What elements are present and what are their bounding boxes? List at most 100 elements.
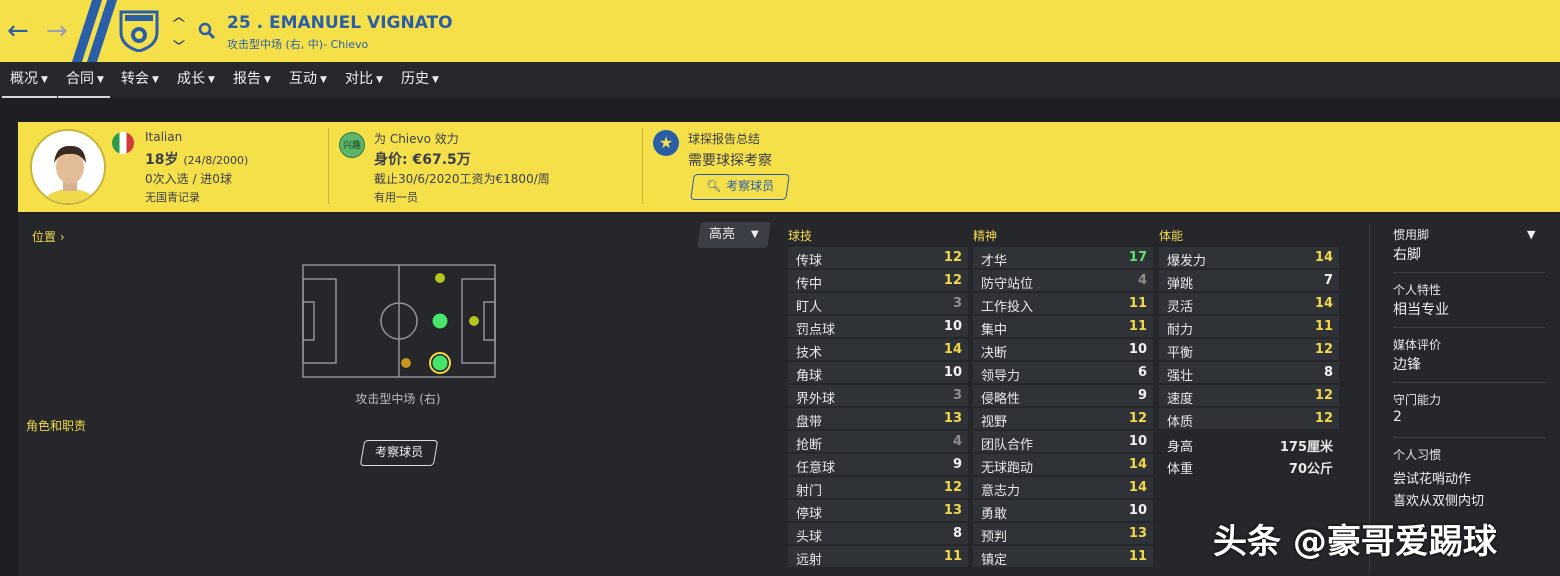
attribute-value: 14 bbox=[1128, 457, 1147, 472]
attribute-value: 11 bbox=[1128, 296, 1147, 311]
attribute-row: 盯人 3 bbox=[788, 293, 968, 315]
attribute-value: 12 bbox=[1128, 411, 1147, 426]
attribute-value: 10 bbox=[943, 365, 962, 380]
tab-label: 概况 bbox=[10, 71, 38, 87]
chevron-down-icon[interactable]: ▼ bbox=[1527, 228, 1535, 241]
search-icon[interactable] bbox=[198, 22, 216, 40]
attribute-label: 盘带 bbox=[796, 415, 823, 430]
attribute-label: 平衡 bbox=[1167, 346, 1194, 361]
attribute-value: 13 bbox=[1128, 526, 1147, 541]
attribute-value: 14 bbox=[943, 342, 962, 357]
tab-transfer[interactable]: 转会 ▼ bbox=[121, 62, 159, 98]
attribute-label: 角球 bbox=[796, 369, 823, 384]
club-crest-icon bbox=[119, 10, 159, 53]
attribute-row: 传中 12 bbox=[788, 270, 968, 292]
scout-player-button[interactable]: 考察球员 bbox=[359, 440, 439, 466]
gk-label: 守门能力 bbox=[1393, 393, 1442, 407]
attribute-label: 侵略性 bbox=[981, 392, 1021, 407]
attribute-row: 罚点球 10 bbox=[788, 316, 968, 338]
tab-label: 转会 bbox=[121, 71, 149, 87]
attribute-row: 任意球 9 bbox=[788, 454, 968, 476]
attribute-value: 10 bbox=[1128, 434, 1147, 449]
weight-row: 体重 70公斤 bbox=[1159, 455, 1339, 477]
height-row: 身高 175厘米 bbox=[1159, 433, 1339, 455]
age: 18岁 (24/8/2000) bbox=[145, 149, 248, 169]
tab-reports[interactable]: 报告 ▼ bbox=[233, 62, 271, 98]
habit-value: 尝试花哨动作 bbox=[1393, 472, 1472, 487]
media-value: 边锋 bbox=[1393, 357, 1421, 373]
attribute-label: 技术 bbox=[796, 346, 823, 361]
attribute-row: 体质 12 bbox=[1159, 408, 1339, 430]
title-bar: ← → ^ ^ 25 . EMANUEL VIGNATO 攻击型中场 (右, 中… bbox=[0, 0, 1560, 62]
attribute-row: 远射 11 bbox=[788, 546, 968, 568]
tab-label: 互动 bbox=[289, 71, 317, 87]
chevron-right-icon: › bbox=[59, 230, 65, 244]
tab-label: 历史 bbox=[401, 71, 429, 87]
attribute-row: 界外球 3 bbox=[788, 385, 968, 407]
scout-player-button[interactable]: 🔍︎ 考察球员 bbox=[690, 174, 790, 200]
attribute-row: 技术 14 bbox=[788, 339, 968, 361]
chevron-down-icon: ▼ bbox=[751, 229, 759, 240]
highlight-dropdown[interactable]: 高亮 ▼ bbox=[697, 222, 771, 248]
attribute-value: 12 bbox=[943, 480, 962, 495]
page-subtitle: 攻击型中场 (右, 中)- Chievo bbox=[227, 38, 369, 51]
chevron-down-icon: ▼ bbox=[376, 75, 383, 85]
watermark: 头条 @豪哥爱踢球 bbox=[1213, 522, 1497, 562]
physical-header: 体能 bbox=[1159, 229, 1184, 243]
attribute-row: 盘带 13 bbox=[788, 408, 968, 430]
attribute-row: 角球 10 bbox=[788, 362, 968, 384]
tab-interaction[interactable]: 互动 ▼ bbox=[289, 62, 327, 98]
weight-label: 体重 bbox=[1167, 462, 1194, 477]
value: 身价: €67.5万 bbox=[374, 152, 471, 168]
attribute-value: 8 bbox=[1323, 365, 1333, 380]
tab-overview[interactable]: 概况 ▼ bbox=[2, 62, 57, 98]
tab-bar: 概况 ▼ 合同 ▼ 转会 ▼ 成长 ▼ 报告 ▼ 互动 ▼ 对比 ▼ 历史 ▼ bbox=[0, 62, 1560, 98]
star-icon: ★ bbox=[653, 130, 679, 156]
age-value: 18岁 bbox=[145, 152, 179, 168]
back-arrow-icon[interactable]: ← bbox=[7, 18, 29, 44]
attribute-value: 13 bbox=[943, 411, 962, 426]
attribute-row: 领导力 6 bbox=[973, 362, 1153, 384]
tab-development[interactable]: 成长 ▼ bbox=[177, 62, 215, 98]
attribute-value: 11 bbox=[1128, 319, 1147, 334]
attribute-label: 镇定 bbox=[981, 553, 1008, 568]
chevron-down-icon: ▼ bbox=[41, 75, 48, 85]
gk-value: 2 bbox=[1393, 409, 1402, 425]
technical-header: 球技 bbox=[788, 229, 813, 243]
forward-arrow-icon[interactable]: → bbox=[46, 18, 68, 44]
chevron-down-icon: ▼ bbox=[97, 75, 104, 85]
attribute-value: 3 bbox=[952, 296, 962, 311]
attribute-row: 平衡 12 bbox=[1159, 339, 1339, 361]
attribute-row: 抢断 4 bbox=[788, 431, 968, 453]
weight-value: 70公斤 bbox=[1288, 462, 1333, 477]
attribute-row: 视野 12 bbox=[973, 408, 1153, 430]
attribute-value: 14 bbox=[1128, 480, 1147, 495]
attribute-label: 射门 bbox=[796, 484, 823, 499]
scout-button-label: 考察球员 bbox=[375, 445, 424, 459]
chevron-down-icon: ▼ bbox=[152, 75, 159, 85]
attribute-row: 灵活 14 bbox=[1159, 293, 1339, 315]
attribute-label: 爆发力 bbox=[1167, 254, 1207, 269]
attribute-label: 停球 bbox=[796, 507, 823, 522]
attribute-row: 爆发力 14 bbox=[1159, 247, 1339, 269]
attribute-label: 集中 bbox=[981, 323, 1008, 338]
tab-history[interactable]: 历史 ▼ bbox=[401, 62, 439, 98]
tab-label: 合同 bbox=[66, 71, 94, 87]
attribute-label: 抢断 bbox=[796, 438, 823, 453]
tab-compare[interactable]: 对比 ▼ bbox=[345, 62, 383, 98]
squad-status: 有用一员 bbox=[374, 191, 418, 204]
position-link[interactable]: 位置 › bbox=[32, 228, 65, 245]
attribute-label: 传球 bbox=[796, 254, 823, 269]
scout-title: 球探报告总结 bbox=[688, 132, 761, 146]
contract: 截止30/6/2020工资为€1800/周 bbox=[374, 172, 550, 186]
attribute-value: 13 bbox=[943, 503, 962, 518]
tab-label: 对比 bbox=[345, 71, 373, 87]
attribute-value: 10 bbox=[1128, 342, 1147, 357]
chevron-down-icon[interactable]: ^ bbox=[171, 30, 187, 46]
attribute-value: 12 bbox=[943, 250, 962, 265]
divider bbox=[1393, 382, 1545, 383]
attribute-value: 10 bbox=[943, 319, 962, 334]
attribute-row: 决断 10 bbox=[973, 339, 1153, 361]
dob-value: (24/8/2000) bbox=[183, 154, 249, 167]
tab-contract[interactable]: 合同 ▼ bbox=[58, 62, 110, 98]
